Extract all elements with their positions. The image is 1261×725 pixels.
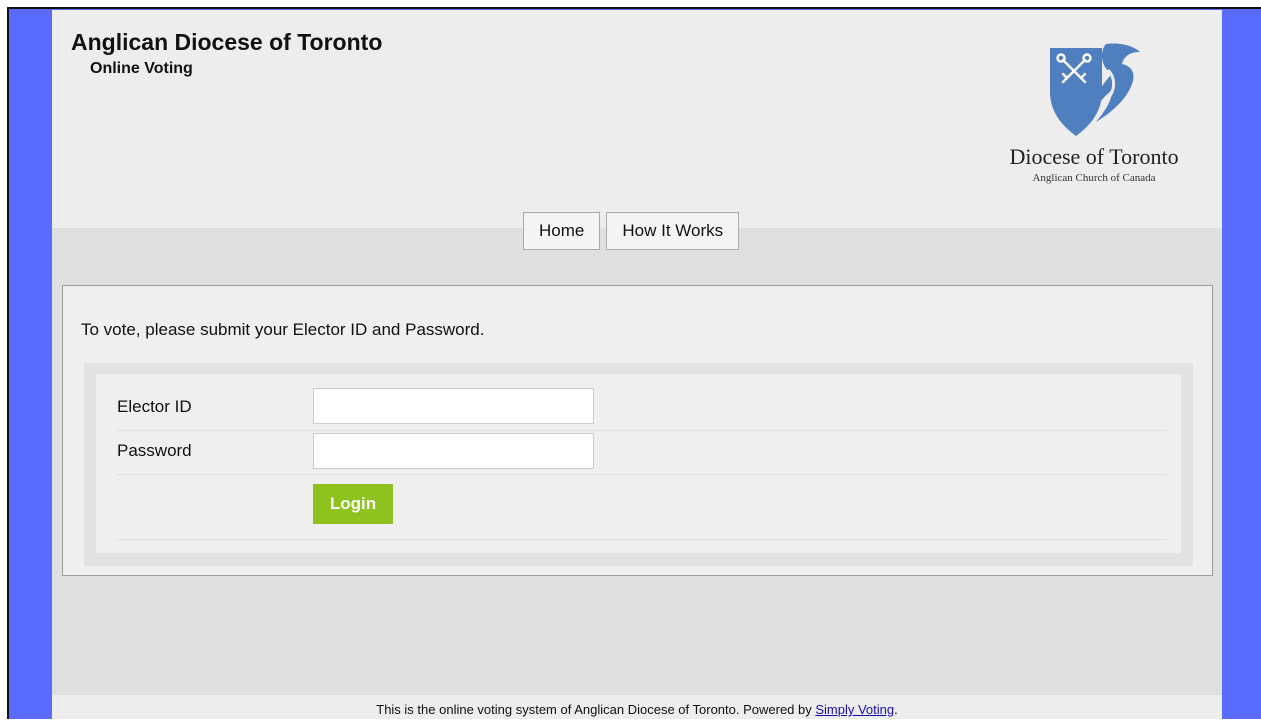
site-subtitle: Online Voting: [90, 60, 193, 77]
site-header: Anglican Diocese of Toronto Online Votin…: [52, 10, 1222, 228]
simply-voting-link[interactable]: Simply Voting: [815, 702, 894, 717]
nav-how-it-works[interactable]: How It Works: [606, 212, 740, 250]
password-input[interactable]: [313, 433, 594, 469]
page: Anglican Diocese of Toronto Online Votin…: [52, 10, 1222, 719]
site-title: Anglican Diocese of Toronto: [71, 29, 383, 55]
login-form-inner: Elector ID Password Login: [96, 374, 1181, 553]
logo-name: Diocese of Toronto: [1009, 144, 1179, 169]
form-divider: [117, 539, 1167, 540]
form-divider: [117, 430, 1167, 431]
footer-text: This is the online voting system of Angl…: [376, 702, 816, 717]
login-panel: To vote, please submit your Elector ID a…: [62, 285, 1213, 576]
nav-home[interactable]: Home: [523, 212, 601, 250]
login-instructions: To vote, please submit your Elector ID a…: [81, 320, 485, 339]
logo-tagline: Anglican Church of Canada: [1032, 172, 1156, 184]
elector-id-input[interactable]: [313, 388, 594, 424]
diocese-logo: Diocese of Toronto Anglican Church of Ca…: [994, 36, 1194, 196]
diocese-shield-dove-icon: [1050, 43, 1140, 136]
elector-id-label: Elector ID: [117, 397, 192, 416]
footer-period: .: [894, 702, 898, 717]
main-nav: Home How It Works: [523, 212, 740, 250]
form-divider: [117, 474, 1167, 475]
password-label: Password: [117, 441, 192, 460]
login-button[interactable]: Login: [313, 484, 393, 524]
footer: This is the online voting system of Angl…: [52, 695, 1222, 719]
login-form: Elector ID Password Login: [84, 363, 1193, 566]
